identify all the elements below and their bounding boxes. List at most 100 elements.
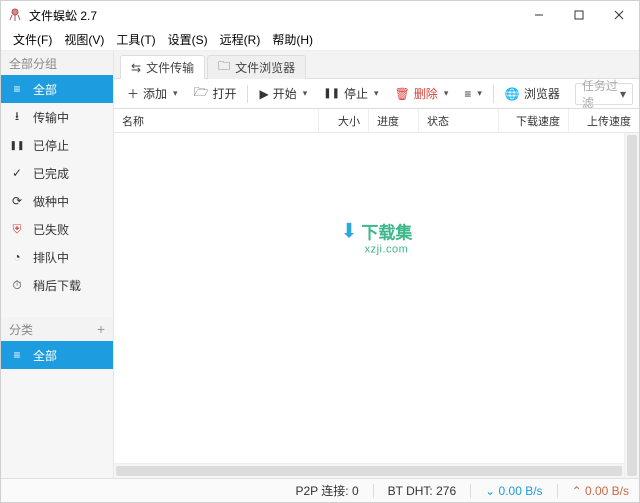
download-icon: ⭳	[9, 107, 25, 128]
menubar: 文件(F) 视图(V) 工具(T) 设置(S) 远程(R) 帮助(H)	[1, 29, 639, 51]
filter-input[interactable]: 任务过滤 ▾	[575, 83, 633, 105]
refresh-icon: ⟳	[9, 194, 25, 208]
close-button[interactable]	[599, 1, 639, 29]
sidebar-group-all-label: 全部分组	[1, 51, 113, 75]
status-dht: BT DHT: 276	[388, 484, 457, 498]
sidebar-item-label: 排队中	[33, 249, 69, 266]
horizontal-scrollbar[interactable]	[114, 463, 624, 478]
sidebar-item-transferring[interactable]: ⭳ 传输中	[1, 103, 113, 131]
col-name[interactable]: 名称	[114, 109, 319, 132]
col-status[interactable]: 状态	[419, 109, 499, 132]
watermark: ⬇ 下载集 xzji.com	[341, 218, 413, 255]
browser-button[interactable]: 🌐 浏览器	[498, 82, 567, 106]
transfer-icon: ⇆	[131, 61, 141, 75]
delete-button[interactable]: 🗑 删除 ▾	[388, 82, 456, 106]
main-panel: ⇆ 文件传输 🗀 文件浏览器 ＋ 添加 ▾ 🗁 打开	[114, 51, 639, 478]
pause-button[interactable]: ❚❚ 停止 ▾	[316, 82, 385, 106]
sidebar-item-label: 做种中	[33, 193, 69, 210]
play-icon: ▶	[259, 87, 268, 101]
chevron-down-icon: ▾	[444, 88, 449, 99]
menu-tools[interactable]: 工具(T)	[110, 31, 161, 48]
sidebar-item-label: 全部	[33, 347, 57, 364]
add-button[interactable]: ＋ 添加 ▾	[120, 82, 185, 106]
sidebar-item-stopped[interactable]: ❚❚ 已停止	[1, 131, 113, 159]
sidebar: 全部分组 ≡ 全部 ⭳ 传输中 ❚❚ 已停止 ✓ 已完成 ⟳ 做种中	[1, 51, 114, 478]
separator	[557, 484, 558, 498]
watermark-sub: xzji.com	[365, 243, 413, 255]
plus-icon: ＋	[127, 85, 139, 102]
task-list: ⬇ 下载集 xzji.com	[114, 133, 639, 478]
table-headers: 名称 大小 进度 状态 下载速度 上传速度	[114, 109, 639, 133]
statusbar: P2P 连接: 0 BT DHT: 276 ⌄ 0.00 B/s ⌃ 0.00 …	[1, 478, 639, 502]
sidebar-item-queued[interactable]: ◔ 排队中	[1, 243, 113, 271]
sidebar-item-label: 已停止	[33, 137, 69, 154]
list-icon: ≡	[9, 348, 25, 362]
list-icon: ≡	[464, 87, 471, 101]
menu-view[interactable]: 视图(V)	[58, 31, 110, 48]
pause-icon: ❚❚	[9, 140, 25, 151]
folder-icon: 🗀	[218, 57, 230, 78]
sidebar-item-all[interactable]: ≡ 全部	[1, 75, 113, 103]
list-icon: ≡	[9, 82, 25, 96]
menu-help[interactable]: 帮助(H)	[266, 31, 319, 48]
up-arrow-icon: ⌃	[572, 484, 582, 498]
tabs: ⇆ 文件传输 🗀 文件浏览器	[114, 51, 639, 79]
chevron-down-icon: ▾	[374, 88, 379, 99]
col-progress[interactable]: 进度	[369, 109, 419, 132]
menu-remote[interactable]: 远程(R)	[214, 31, 267, 48]
status-p2p: P2P 连接: 0	[295, 482, 358, 499]
sidebar-item-later[interactable]: ⏱ 稍后下载	[1, 271, 113, 299]
sidebar-item-label: 稍后下载	[33, 277, 81, 294]
col-up-speed[interactable]: 上传速度	[569, 109, 639, 132]
clock-icon: ◔	[9, 250, 25, 264]
app-icon	[7, 7, 23, 23]
tab-transfer[interactable]: ⇆ 文件传输	[120, 55, 205, 79]
download-arrow-icon: ⬇	[341, 218, 358, 243]
open-button[interactable]: 🗁 打开	[187, 82, 244, 106]
more-button[interactable]: ≡ ▾	[457, 82, 489, 106]
separator	[373, 484, 374, 498]
sidebar-item-seeding[interactable]: ⟳ 做种中	[1, 187, 113, 215]
maximize-button[interactable]	[559, 1, 599, 29]
filter-placeholder: 任务过滤	[582, 77, 620, 111]
sidebar-item-label: 传输中	[33, 109, 69, 126]
sidebar-item-failed[interactable]: ⛨ 已失败	[1, 215, 113, 243]
status-upload-speed: ⌃ 0.00 B/s	[572, 484, 629, 498]
col-size[interactable]: 大小	[319, 109, 369, 132]
sidebar-category-all[interactable]: ≡ 全部	[1, 341, 113, 369]
menu-file[interactable]: 文件(F)	[7, 31, 58, 48]
shield-icon: ⛨	[9, 222, 25, 237]
chevron-down-icon: ▾	[303, 88, 308, 99]
toolbar: ＋ 添加 ▾ 🗁 打开 ▶ 开始 ▾ ❚❚ 停止 ▾	[114, 79, 639, 109]
sidebar-item-label: 已失败	[33, 221, 69, 238]
add-category-icon[interactable]: +	[97, 321, 105, 337]
separator	[493, 85, 494, 103]
sidebar-group-category-label: 分类 +	[1, 317, 113, 341]
chevron-down-icon: ▾	[173, 88, 178, 99]
tab-label: 文件传输	[146, 59, 194, 76]
menu-settings[interactable]: 设置(S)	[162, 31, 214, 48]
separator	[470, 484, 471, 498]
globe-icon: 🌐	[505, 87, 520, 101]
body: 全部分组 ≡ 全部 ⭳ 传输中 ❚❚ 已停止 ✓ 已完成 ⟳ 做种中	[1, 51, 639, 478]
start-button[interactable]: ▶ 开始 ▾	[252, 82, 314, 106]
status-download-speed: ⌄ 0.00 B/s	[485, 484, 542, 498]
separator	[247, 85, 248, 103]
pause-icon: ❚❚	[323, 88, 340, 99]
vertical-scrollbar[interactable]	[624, 133, 639, 478]
trash-icon: 🗑	[395, 87, 410, 101]
col-down-speed[interactable]: 下载速度	[499, 109, 569, 132]
chevron-down-icon: ▾	[477, 88, 482, 99]
sidebar-item-completed[interactable]: ✓ 已完成	[1, 159, 113, 187]
window-title: 文件蜈蚣 2.7	[29, 7, 519, 24]
window-controls	[519, 1, 639, 29]
watermark-text: 下载集	[361, 218, 412, 243]
tab-browser[interactable]: 🗀 文件浏览器	[207, 55, 306, 79]
sidebar-item-label: 已完成	[33, 165, 69, 182]
folder-open-icon: 🗁	[194, 83, 209, 104]
check-icon: ✓	[9, 166, 25, 180]
down-arrow-icon: ⌄	[485, 484, 495, 498]
minimize-button[interactable]	[519, 1, 559, 29]
timer-icon: ⏱	[9, 278, 25, 293]
titlebar[interactable]: 文件蜈蚣 2.7	[1, 1, 639, 29]
